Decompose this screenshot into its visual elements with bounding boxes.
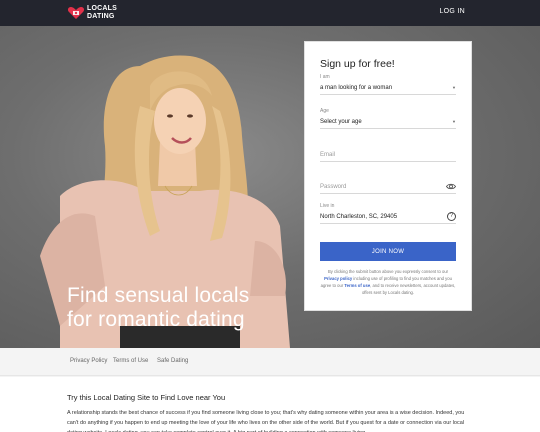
email-placeholder: Email [320, 151, 336, 158]
top-navbar: LOCALS DATING LOG IN [0, 0, 540, 26]
content-body: A relationship stands the best chance of… [67, 410, 465, 432]
live-in-input[interactable]: North Charleston, SC, 29405 ? [320, 210, 456, 224]
age-select[interactable]: Select your age ▼ [320, 115, 456, 129]
content-title: Try this Local Dating Site to Find Love … [67, 393, 226, 402]
footer-link-terms-of-use[interactable]: Terms of Use [113, 358, 148, 364]
seo-content-section: Try this Local Dating Site to Find Love … [0, 377, 540, 432]
email-input[interactable]: Email [320, 148, 456, 162]
footer-link-privacy-policy[interactable]: Privacy Policy [70, 358, 107, 364]
signup-title: Sign up for free! [320, 58, 395, 70]
age-value: Select your age [320, 118, 362, 125]
live-in-label: Live in [320, 203, 335, 209]
i-am-select[interactable]: a man looking for a woman ▼ [320, 81, 456, 95]
chevron-down-icon: ▼ [452, 119, 456, 124]
password-placeholder: Password [320, 183, 347, 190]
hero-headline: Find sensual locals for romantic dating [67, 284, 249, 332]
heart-logo-icon [67, 7, 85, 19]
live-in-field[interactable]: Live in North Charleston, SC, 29405 ? [320, 203, 456, 224]
age-field[interactable]: Age Select your age ▼ [320, 108, 456, 129]
logo-text: LOCALS DATING [87, 5, 117, 21]
eye-icon[interactable] [446, 183, 456, 190]
legal-text-3: , and to receive newsletters, account up… [361, 283, 456, 295]
chevron-down-icon: ▼ [452, 85, 456, 90]
terms-of-use-link[interactable]: Terms of use [344, 283, 370, 288]
signup-form: Sign up for free! I am a man looking for… [304, 41, 472, 311]
legal-notice: By clicking the submit button above you … [320, 268, 456, 296]
password-field[interactable]: Password [320, 180, 456, 194]
footer-link-safe-dating[interactable]: Safe Dating [157, 358, 188, 364]
logo-line-2: DATING [87, 13, 115, 20]
hero-headline-line-2: for romantic dating [67, 308, 245, 331]
i-am-field[interactable]: I am a man looking for a woman ▼ [320, 74, 456, 95]
footer-links-bar: Privacy Policy Terms of Use Safe Dating [0, 348, 540, 376]
i-am-value: a man looking for a woman [320, 84, 393, 91]
legal-text-1: By clicking the submit button above you … [327, 269, 449, 274]
site-logo[interactable]: LOCALS DATING [67, 5, 127, 21]
join-now-button[interactable]: JOIN NOW [320, 242, 456, 261]
login-link[interactable]: LOG IN [439, 8, 465, 15]
password-input[interactable]: Password [320, 180, 456, 194]
logo-line-1: LOCALS [87, 5, 117, 12]
live-in-value: North Charleston, SC, 29405 [320, 213, 398, 220]
help-icon[interactable]: ? [447, 212, 456, 221]
privacy-policy-link[interactable]: Privacy policy [324, 276, 352, 281]
hero-headline-line-1: Find sensual locals [67, 284, 250, 307]
age-label: Age [320, 108, 329, 114]
email-field[interactable]: Email [320, 148, 456, 162]
i-am-label: I am [320, 74, 330, 80]
